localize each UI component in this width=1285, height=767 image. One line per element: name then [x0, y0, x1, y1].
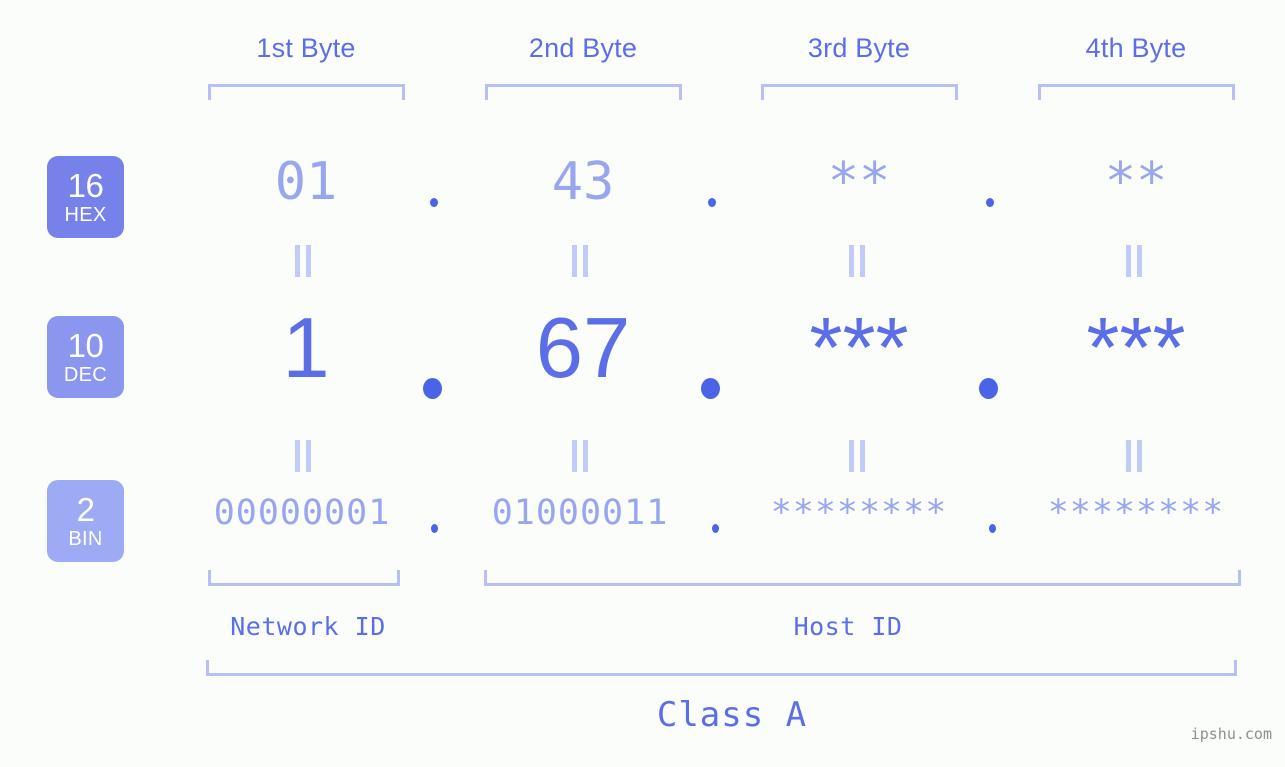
hex-byte-1: 01 — [274, 152, 338, 212]
equals-separator-hex-dec-1 — [293, 245, 313, 277]
hex-byte-3: ** — [827, 152, 891, 212]
base-badge-dec-name: DEC — [63, 364, 108, 386]
byte-bracket-3 — [761, 84, 958, 100]
byte-bracket-2 — [485, 84, 682, 100]
equals-separator-dec-bin-2 — [570, 440, 590, 472]
base-badge-hex-number: 16 — [67, 167, 104, 204]
base-badge-hex: 16 HEX — [47, 156, 124, 238]
class-bracket — [206, 660, 1237, 676]
byte-header-label-4: 4th Byte — [1085, 33, 1187, 63]
bin-byte-2: 01000011 — [491, 493, 669, 533]
equals-separator-hex-dec-3 — [847, 245, 867, 277]
base-badge-dec-number: 10 — [67, 327, 104, 364]
dec-separator-dot-3 — [979, 378, 998, 399]
base-badge-bin-name: BIN — [68, 528, 103, 550]
hex-separator-dot-3 — [986, 198, 994, 207]
hex-separator-dot-1 — [430, 198, 438, 207]
base-badge-bin: 2 BIN — [47, 480, 124, 562]
dec-byte-1: 1 — [282, 301, 330, 396]
base-badge-bin-number: 2 — [76, 491, 95, 528]
bin-separator-dot-3 — [989, 524, 996, 533]
network-id-bracket — [208, 570, 400, 586]
host-id-label: Host ID — [793, 612, 903, 641]
byte-header-label-2: 2nd Byte — [528, 33, 638, 63]
bin-byte-1: 00000001 — [213, 493, 391, 533]
bin-byte-3: ******** — [770, 493, 948, 533]
hex-byte-4: ** — [1104, 152, 1168, 212]
site-watermark: ipshu.com — [1190, 725, 1272, 743]
host-id-bracket — [484, 570, 1241, 586]
bin-byte-4: ******** — [1047, 493, 1225, 533]
dec-byte-3: *** — [809, 301, 909, 396]
hex-separator-dot-2 — [708, 198, 716, 207]
dec-separator-dot-2 — [701, 378, 720, 399]
base-badge-dec: 10 DEC — [47, 316, 124, 398]
dec-separator-dot-1 — [423, 378, 442, 399]
base-badge-hex-name: HEX — [64, 204, 107, 226]
equals-separator-hex-dec-4 — [1124, 245, 1144, 277]
hex-byte-2: 43 — [551, 152, 615, 212]
equals-separator-hex-dec-2 — [570, 245, 590, 277]
byte-bracket-1 — [208, 84, 405, 100]
dec-byte-2: 67 — [535, 301, 631, 396]
byte-header-label-3: 3rd Byte — [807, 33, 911, 63]
bin-separator-dot-2 — [712, 524, 719, 533]
class-label: Class A — [656, 695, 808, 735]
ip-address-breakdown-diagram: 1st Byte 2nd Byte 3rd Byte 4th Byte 16 H… — [0, 0, 1285, 767]
byte-header-label-1: 1st Byte — [256, 33, 356, 63]
dec-byte-4: *** — [1086, 301, 1186, 396]
equals-separator-dec-bin-4 — [1124, 440, 1144, 472]
bin-separator-dot-1 — [431, 524, 438, 533]
byte-bracket-4 — [1038, 84, 1235, 100]
network-id-label: Network ID — [230, 612, 386, 641]
equals-separator-dec-bin-3 — [847, 440, 867, 472]
equals-separator-dec-bin-1 — [293, 440, 313, 472]
